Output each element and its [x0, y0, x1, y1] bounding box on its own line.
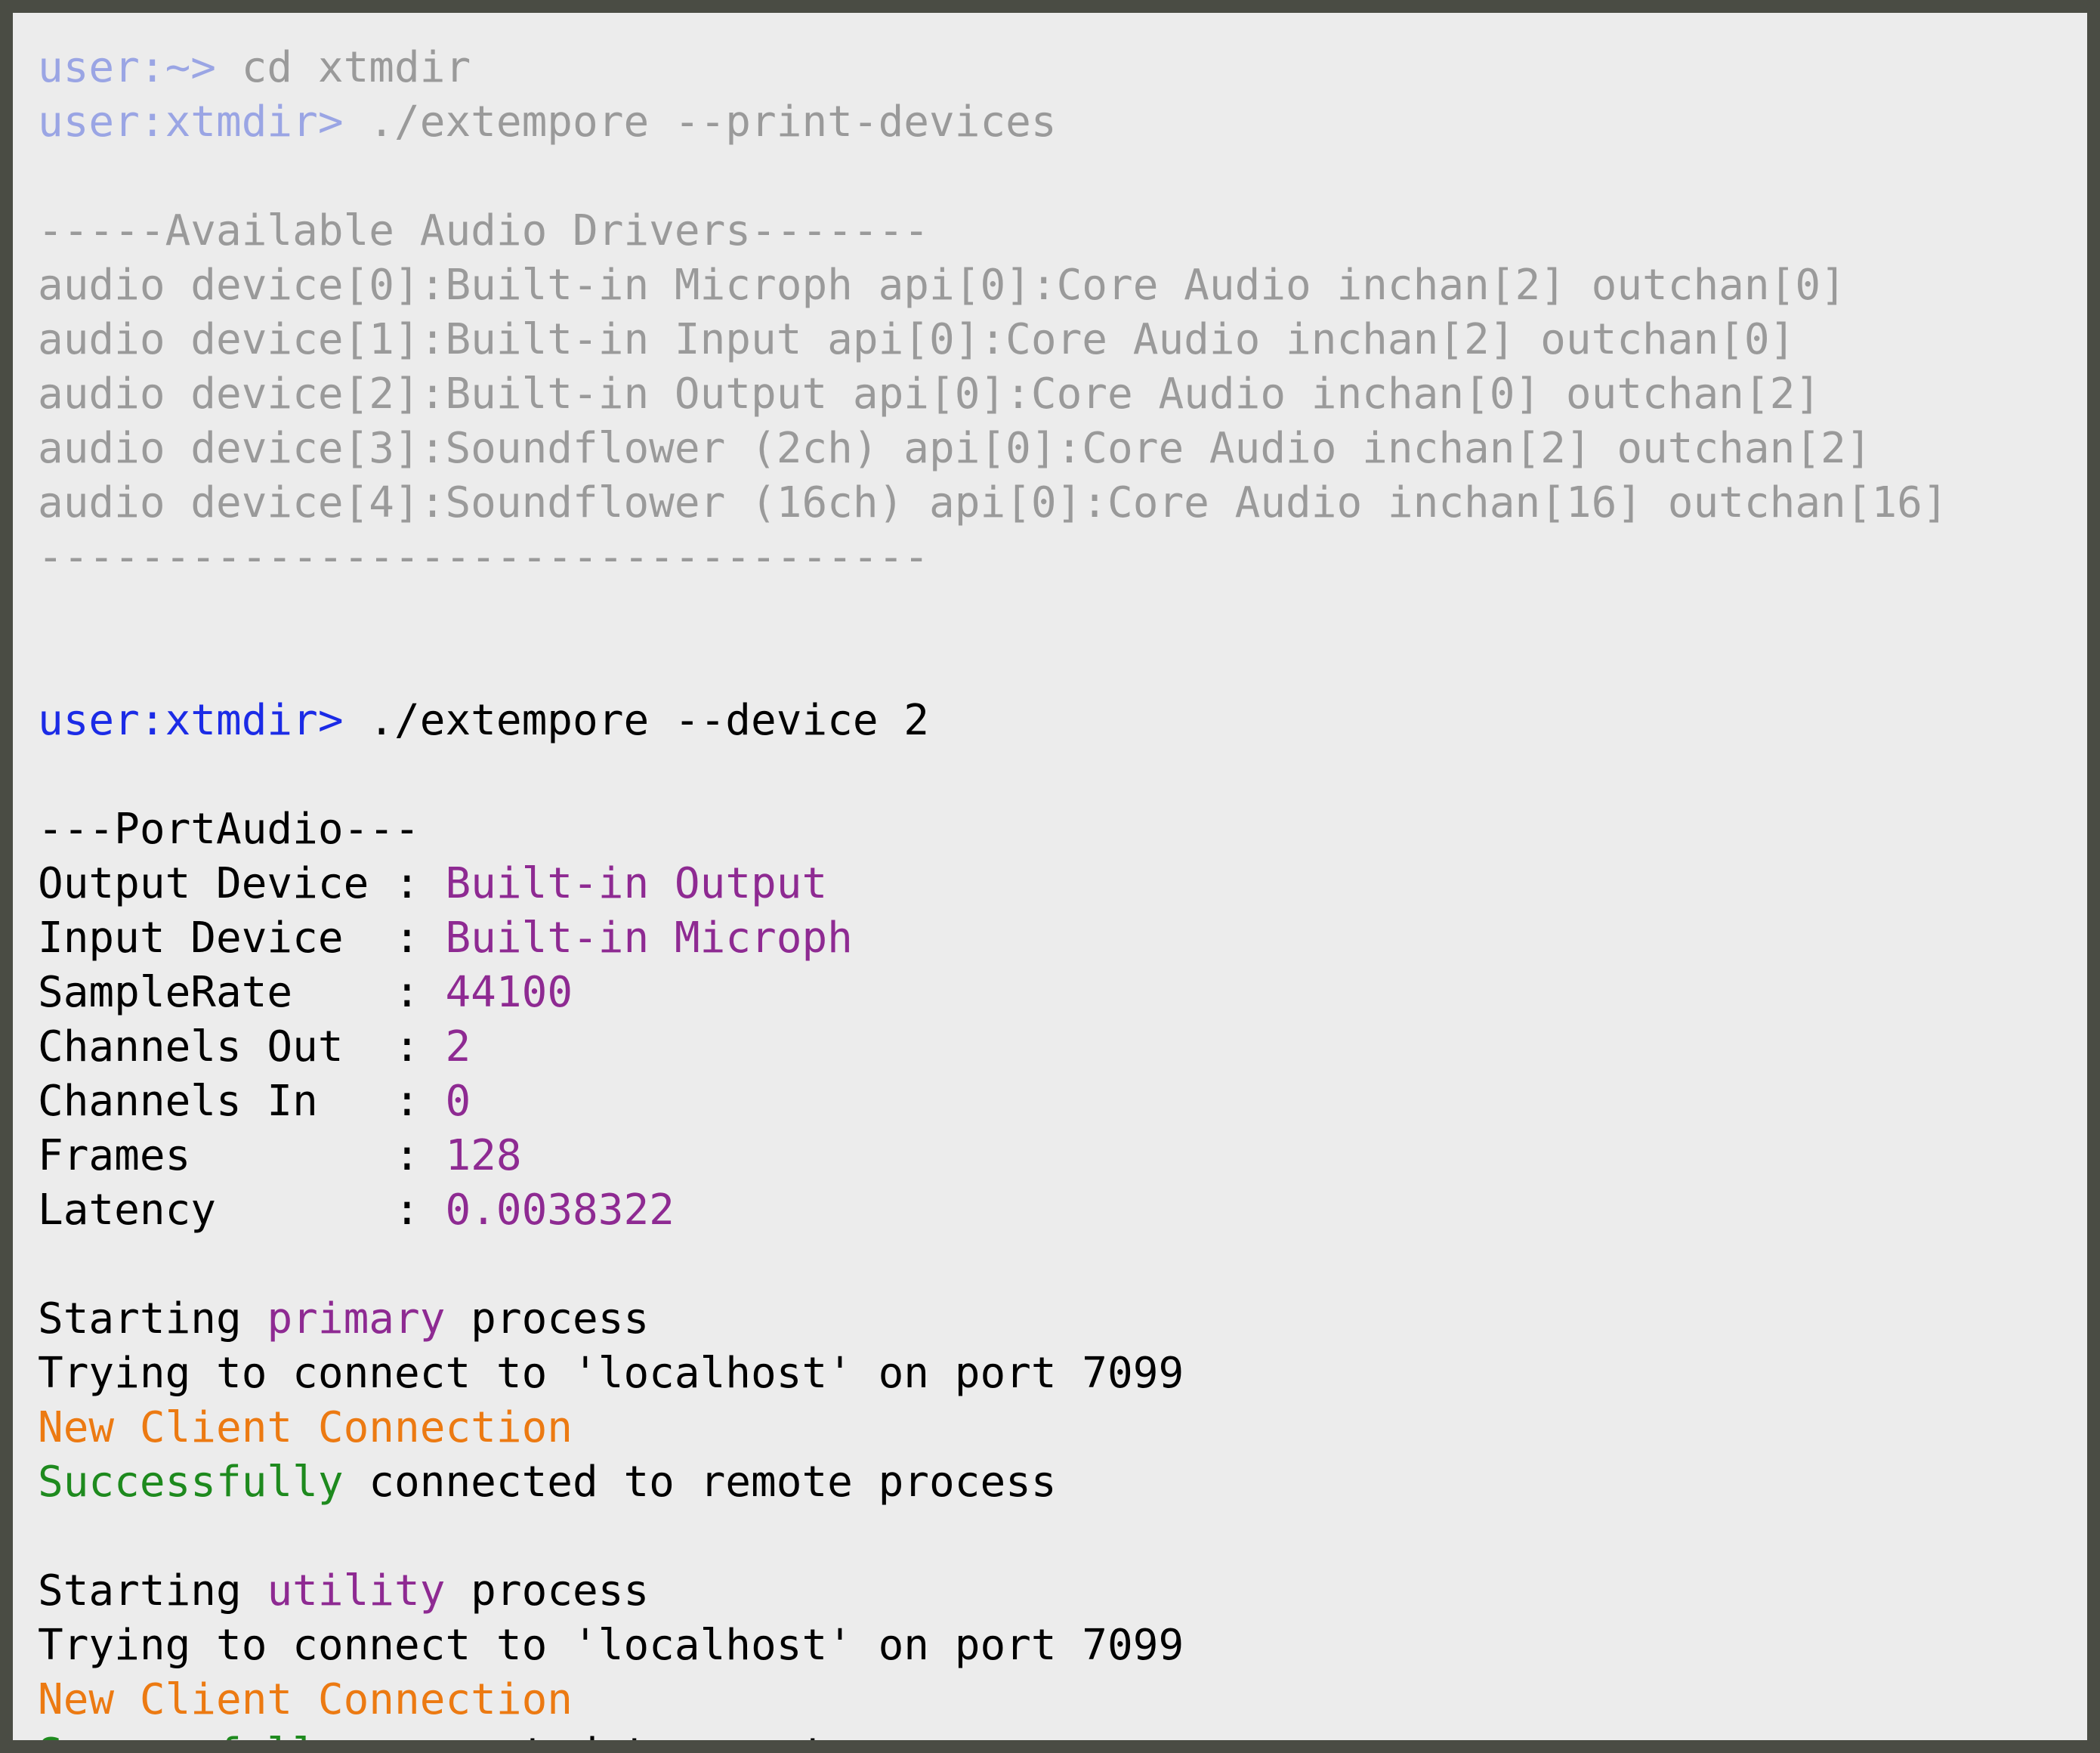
setting-key: Channels In: [38, 1077, 395, 1126]
setting-row: Latency : 0.0038322: [38, 1183, 2087, 1238]
new-client-line: New Client Connection: [38, 1675, 573, 1724]
setting-separator: :: [394, 914, 446, 963]
process-name: primary: [267, 1294, 446, 1343]
setting-row: Frames : 128: [38, 1129, 2087, 1183]
shell-prompt: user:xtmdir>: [38, 97, 369, 147]
setting-value: 44100: [445, 968, 573, 1017]
audio-drivers-header: -----Available Audio Drivers-------: [38, 206, 930, 255]
success-line: Successfully connected to remote process: [38, 1455, 2087, 1510]
terminal-line: user:xtmdir> ./extempore --device 2: [38, 694, 2087, 748]
process-start-prefix: Starting: [38, 1294, 267, 1343]
success-line: Successfully connected to remote process: [38, 1727, 2087, 1740]
setting-value: 2: [445, 1022, 471, 1071]
success-word: Successfully: [38, 1458, 344, 1507]
shell-prompt: user:xtmdir>: [38, 696, 369, 745]
setting-row: SampleRate : 44100: [38, 966, 2087, 1020]
setting-row: Channels Out : 2: [38, 1020, 2087, 1074]
setting-value: Built-in Microph: [445, 914, 853, 963]
setting-key: SampleRate: [38, 968, 395, 1017]
terminal-line: user:~> cd xtmdir: [38, 41, 2087, 95]
success-rest: connected to remote process: [344, 1730, 1056, 1740]
success-word: Successfully: [38, 1730, 344, 1740]
process-start-prefix: Starting: [38, 1566, 267, 1615]
setting-separator: :: [394, 859, 446, 908]
setting-value: 0.0038322: [445, 1186, 675, 1235]
setting-key: Output Device: [38, 859, 395, 908]
setting-value: Built-in Output: [445, 859, 828, 908]
audio-device-line: audio device[2]:Built-in Output api[0]:C…: [38, 369, 1821, 419]
setting-key: Channels Out: [38, 1022, 395, 1071]
terminal-line: user:xtmdir> ./extempore --print-devices: [38, 95, 2087, 150]
audio-device-line: audio device[0]:Built-in Microph api[0]:…: [38, 261, 1846, 310]
setting-row: Input Device : Built-in Microph: [38, 911, 2087, 966]
process-name: utility: [267, 1566, 446, 1615]
process-start-suffix: process: [445, 1566, 650, 1615]
terminal-window[interactable]: user:~> cd xtmdir user:xtmdir> ./extempo…: [0, 0, 2100, 1753]
process-start-line: Starting primary process: [38, 1292, 2087, 1346]
shell-command: ./extempore --print-devices: [369, 97, 1057, 147]
shell-prompt: user:~>: [38, 43, 242, 92]
audio-device-line: audio device[4]:Soundflower (16ch) api[0…: [38, 478, 1948, 527]
connect-line: Trying to connect to 'localhost' on port…: [38, 1349, 1184, 1398]
setting-separator: :: [394, 1077, 446, 1126]
setting-separator: :: [394, 968, 446, 1017]
audio-device-line: audio device[3]:Soundflower (2ch) api[0]…: [38, 424, 1872, 473]
shell-command: ./extempore --device 2: [369, 696, 930, 745]
setting-key: Latency: [38, 1186, 395, 1235]
new-client-line: New Client Connection: [38, 1403, 573, 1452]
audio-drivers-footer: -----------------------------------: [38, 533, 930, 582]
setting-row: Channels In : 0: [38, 1074, 2087, 1129]
setting-separator: :: [394, 1022, 446, 1071]
connect-line: Trying to connect to 'localhost' on port…: [38, 1621, 1184, 1670]
setting-value: 0: [445, 1077, 471, 1126]
portaudio-header: ---PortAudio---: [38, 805, 420, 854]
success-rest: connected to remote process: [343, 1458, 1057, 1507]
setting-key: Input Device: [38, 914, 395, 963]
setting-value: 128: [445, 1131, 522, 1180]
setting-row: Output Device : Built-in Output: [38, 857, 2087, 911]
shell-command: cd xtmdir: [241, 43, 471, 92]
process-start-line: Starting utility process: [38, 1564, 2087, 1619]
setting-separator: :: [394, 1131, 446, 1180]
audio-device-line: audio device[1]:Built-in Input api[0]:Co…: [38, 315, 1796, 364]
process-start-suffix: process: [445, 1294, 650, 1343]
setting-key: Frames: [38, 1131, 395, 1180]
setting-separator: :: [394, 1186, 446, 1235]
